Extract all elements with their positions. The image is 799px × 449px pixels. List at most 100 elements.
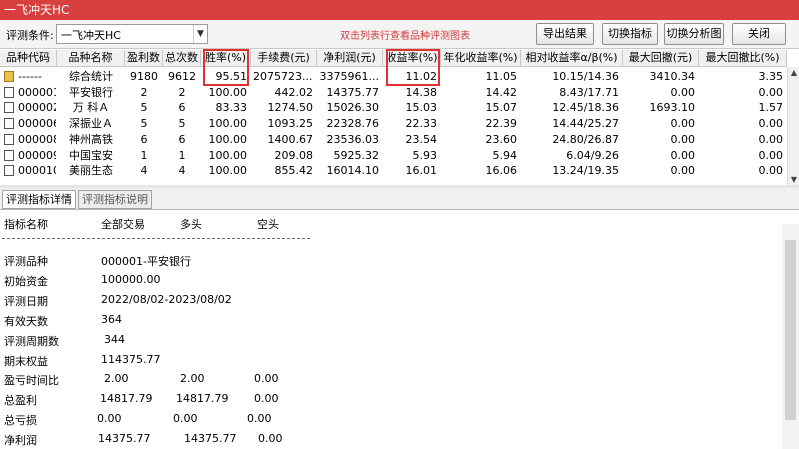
table-cell-wins[interactable]: 1	[127, 148, 161, 163]
table-cell-maxdd[interactable]: 0.00	[625, 132, 696, 147]
table-cell-total[interactable]: 5	[165, 116, 199, 131]
table-cell-wins[interactable]: 4	[127, 163, 161, 178]
table-cell-code[interactable]: 000009	[18, 148, 56, 163]
table-cell-name[interactable]: 平安银行	[59, 85, 123, 100]
table-cell-code[interactable]: 000006	[18, 116, 56, 131]
table-cell-maxddr[interactable]: 3.35	[701, 69, 784, 84]
switch-indicator-button[interactable]: 切换指标	[602, 23, 658, 45]
table-cell-maxdd[interactable]: 0.00	[625, 148, 696, 163]
table-cell-relative[interactable]: 14.44/25.27	[523, 116, 619, 131]
table-cell-fee[interactable]: 1093.25	[253, 116, 314, 131]
table-cell-fee[interactable]: 442.02	[253, 85, 314, 100]
table-cell-winrate[interactable]: 100.00	[203, 148, 248, 163]
table-cell-maxdd[interactable]: 1693.10	[625, 100, 696, 115]
table-cell-winrate[interactable]: 100.00	[203, 163, 248, 178]
close-button[interactable]: 关闭	[732, 23, 786, 45]
table-cell-total[interactable]: 1	[165, 148, 199, 163]
export-button[interactable]: 导出结果	[536, 23, 594, 45]
table-cell-net[interactable]: 15026.30	[319, 100, 380, 115]
table-cell-name[interactable]: 万 科Ａ	[59, 100, 123, 115]
table-cell-wins[interactable]: 5	[127, 116, 161, 131]
table-cell-fee[interactable]: 1274.50	[253, 100, 314, 115]
table-cell-winrate[interactable]: 100.00	[203, 132, 248, 147]
table-cell-total[interactable]: 6	[165, 132, 199, 147]
table-cell-winrate[interactable]: 95.51	[203, 69, 248, 84]
table-cell-ret[interactable]: 23.54	[385, 132, 438, 147]
table-cell-name[interactable]: 综合统计	[59, 69, 123, 84]
table-cell-maxdd[interactable]: 3410.34	[625, 69, 696, 84]
table-cell-code[interactable]: ------	[18, 69, 56, 84]
table-cell-ret[interactable]: 5.93	[385, 148, 438, 163]
table-cell-net[interactable]: 23536.03	[319, 132, 380, 147]
table-cell-code[interactable]: 000002	[18, 100, 56, 115]
scroll-down-icon[interactable]: ▼	[788, 174, 799, 185]
chevron-down-icon[interactable]: ▼	[193, 25, 207, 43]
table-cell-ret[interactable]: 11.02	[385, 69, 438, 84]
table-cell-net[interactable]: 14375.77	[319, 85, 380, 100]
table-cell-relative[interactable]: 24.80/26.87	[523, 132, 619, 147]
column-header-total[interactable]: 总次数	[163, 50, 201, 67]
results-table[interactable]: 品种代码 品种名称 盈利数 总次数 胜率(%) 手续费(元) 净利润(元) 收益…	[0, 48, 799, 185]
table-cell-fee[interactable]: 209.08	[253, 148, 314, 163]
table-cell-wins[interactable]: 6	[127, 132, 161, 147]
table-cell-maxdd[interactable]: 0.00	[625, 85, 696, 100]
condition-select[interactable]: 一飞冲天HC ▼	[56, 24, 208, 44]
table-cell-wins[interactable]: 9180	[127, 69, 161, 84]
table-cell-winrate[interactable]: 100.00	[203, 85, 248, 100]
table-cell-name[interactable]: 中国宝安	[59, 148, 123, 163]
table-cell-ret[interactable]: 14.38	[385, 85, 438, 100]
table-cell-annual[interactable]: 22.39	[443, 116, 518, 131]
table-cell-total[interactable]: 2	[165, 85, 199, 100]
table-cell-maxddr[interactable]: 0.00	[701, 85, 784, 100]
table-cell-name[interactable]: 美丽生态	[59, 163, 123, 178]
table-cell-annual[interactable]: 16.06	[443, 163, 518, 178]
table-cell-total[interactable]: 6	[165, 100, 199, 115]
table-cell-maxddr[interactable]: 0.00	[701, 116, 784, 131]
table-cell-annual[interactable]: 11.05	[443, 69, 518, 84]
table-cell-relative[interactable]: 6.04/9.26	[523, 148, 619, 163]
column-header-code[interactable]: 品种代码	[0, 50, 57, 67]
table-cell-maxddr[interactable]: 0.00	[701, 163, 784, 178]
table-cell-winrate[interactable]: 100.00	[203, 116, 248, 131]
column-header-annual-return[interactable]: 年化收益率(%)	[441, 50, 521, 67]
table-cell-ret[interactable]: 15.03	[385, 100, 438, 115]
table-cell-total[interactable]: 4	[165, 163, 199, 178]
table-cell-ret[interactable]: 16.01	[385, 163, 438, 178]
detail-scrollbar-thumb[interactable]	[785, 240, 796, 420]
table-cell-name[interactable]: 深振业Ａ	[59, 116, 123, 131]
column-header-wins[interactable]: 盈利数	[125, 50, 163, 67]
table-cell-winrate[interactable]: 83.33	[203, 100, 248, 115]
column-header-relative-return[interactable]: 相对收益率α/β(%)	[521, 50, 623, 67]
table-cell-annual[interactable]: 5.94	[443, 148, 518, 163]
table-cell-wins[interactable]: 5	[127, 100, 161, 115]
column-header-fee[interactable]: 手续费(元)	[251, 50, 317, 67]
table-cell-code[interactable]: 000001	[18, 85, 56, 100]
table-cell-relative[interactable]: 12.45/18.36	[523, 100, 619, 115]
table-cell-maxdd[interactable]: 0.00	[625, 116, 696, 131]
table-cell-ret[interactable]: 22.33	[385, 116, 438, 131]
column-header-net[interactable]: 净利润(元)	[317, 50, 383, 67]
table-cell-fee[interactable]: 1400.67	[253, 132, 314, 147]
tab-indicator-details[interactable]: 评测指标详情	[2, 190, 76, 209]
column-header-max-drawdown-ratio[interactable]: 最大回撤比(%)	[699, 50, 787, 67]
switch-chart-button[interactable]: 切换分析图	[664, 23, 724, 45]
table-cell-relative[interactable]: 13.24/19.35	[523, 163, 619, 178]
table-cell-net[interactable]: 3375961...	[319, 69, 379, 84]
table-cell-net[interactable]: 22328.76	[319, 116, 380, 131]
table-cell-net[interactable]: 16014.10	[319, 163, 380, 178]
table-cell-net[interactable]: 5925.32	[319, 148, 380, 163]
detail-scrollbar[interactable]	[782, 224, 799, 449]
table-cell-name[interactable]: 神州高铁	[59, 132, 123, 147]
table-cell-maxddr[interactable]: 0.00	[701, 148, 784, 163]
table-cell-annual[interactable]: 15.07	[443, 100, 518, 115]
table-cell-code[interactable]: 000008	[18, 132, 56, 147]
table-cell-total[interactable]: 9612	[165, 69, 199, 84]
table-cell-code[interactable]: 000010	[18, 163, 56, 178]
column-header-max-drawdown[interactable]: 最大回撤(元)	[623, 50, 699, 67]
table-scrollbar[interactable]: ▲ ▼	[787, 67, 799, 185]
table-cell-maxddr[interactable]: 0.00	[701, 132, 784, 147]
table-cell-annual[interactable]: 23.60	[443, 132, 518, 147]
table-cell-maxddr[interactable]: 1.57	[701, 100, 784, 115]
table-cell-wins[interactable]: 2	[127, 85, 161, 100]
table-cell-relative[interactable]: 10.15/14.36	[523, 69, 619, 84]
